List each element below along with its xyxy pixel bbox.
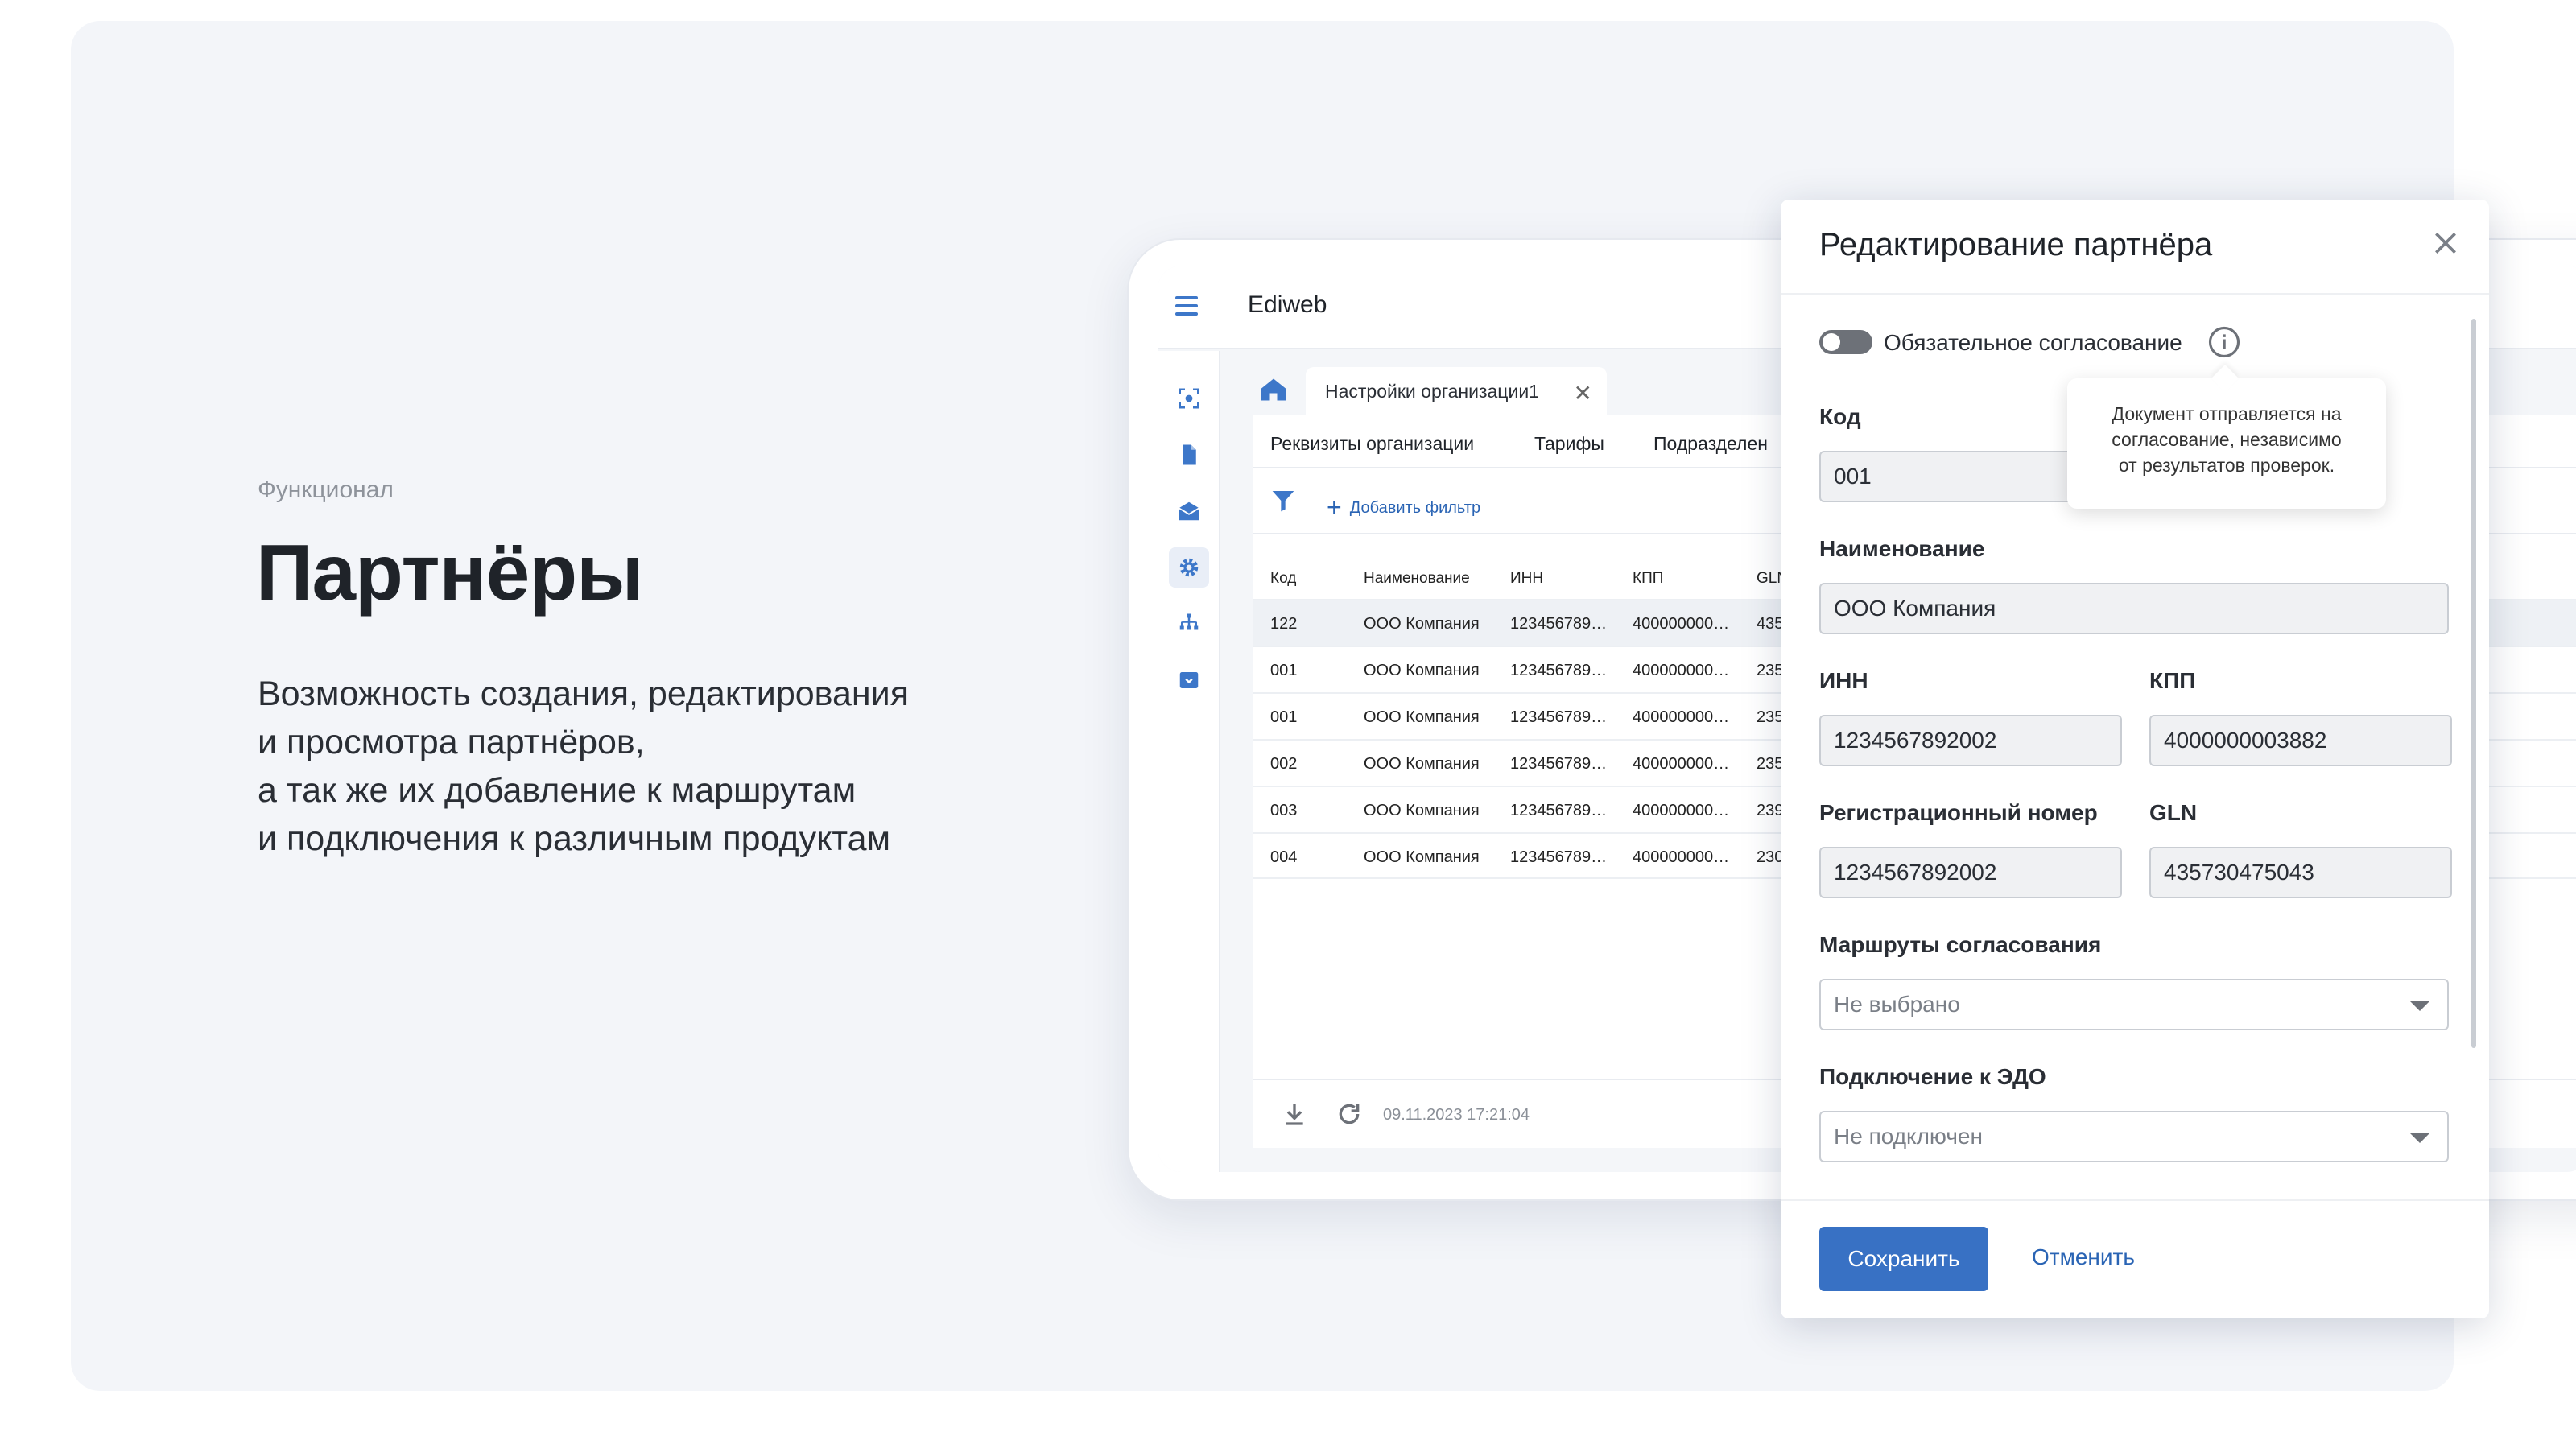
cell-name: ООО Компания [1364, 848, 1480, 866]
subtab-requisites[interactable]: Реквизиты организации [1270, 433, 1474, 455]
cell-code: 003 [1270, 802, 1298, 819]
tab-label: Настройки организации1 [1325, 380, 1539, 402]
cell-name: ООО Компания [1364, 708, 1480, 726]
cell-gln: 235 [1757, 755, 1784, 773]
info-icon[interactable] [2207, 325, 2241, 359]
cell-inn: 123456789… [1510, 662, 1608, 679]
filter-icon[interactable] [1270, 488, 1296, 514]
description-text: Возможность создания, редактирования и п… [258, 670, 909, 863]
field-label-code: Код [1819, 404, 1861, 429]
cell-inn: 123456789… [1510, 615, 1608, 633]
mail-icon[interactable] [1169, 491, 1209, 531]
cell-kpp: 400000000… [1633, 615, 1730, 633]
subtab-departments[interactable]: Подразделен [1653, 433, 1768, 455]
kpp-field[interactable]: 4000000003882 [2149, 715, 2452, 766]
inn-field[interactable]: 1234567892002 [1819, 715, 2122, 766]
cell-code: 122 [1270, 615, 1298, 633]
add-filter-button[interactable]: + Добавить фильтр [1327, 489, 1481, 522]
field-label-gln: GLN [2149, 800, 2198, 825]
tab-organization-settings[interactable]: Настройки организации1 ✕ [1306, 367, 1607, 415]
tooltip-line: Документ отправляется на [2112, 403, 2342, 424]
subtab-tariffs[interactable]: Тарифы [1534, 433, 1604, 455]
cell-kpp: 400000000… [1633, 848, 1730, 866]
description-line: а так же их добавление к маршрутам [258, 771, 857, 810]
column-header[interactable]: ИНН [1510, 570, 1543, 588]
scan-icon[interactable] [1169, 378, 1209, 419]
cell-gln: 235 [1757, 708, 1784, 726]
dialog-header: Редактирование партнёра [1781, 200, 2489, 295]
reg-number-field[interactable]: 1234567892002 [1819, 847, 2122, 898]
chevron-down-icon [2410, 1001, 2429, 1011]
routes-select[interactable]: Не выбрано [1819, 979, 2449, 1030]
description-line: и просмотра партнёров, [258, 723, 645, 761]
cancel-button[interactable]: Отменить [2032, 1244, 2135, 1270]
cell-code: 004 [1270, 848, 1298, 866]
cell-name: ООО Компания [1364, 755, 1480, 773]
eyebrow-label: Функционал [258, 477, 394, 503]
routes-select-value: Не выбрано [1834, 992, 1960, 1017]
cell-inn: 123456789… [1510, 802, 1608, 819]
gln-field[interactable]: 435730475043 [2149, 847, 2452, 898]
hierarchy-icon[interactable] [1169, 604, 1209, 644]
cell-kpp: 400000000… [1633, 662, 1730, 679]
page-headline: Партнёры [256, 528, 644, 617]
cell-code: 002 [1270, 755, 1298, 773]
add-filter-label: Добавить фильтр [1349, 499, 1481, 517]
field-label-edo: Подключение к ЭДО [1819, 1064, 2046, 1089]
menu-icon[interactable] [1175, 296, 1198, 316]
document-icon[interactable] [1169, 435, 1209, 475]
edit-partner-dialog: Редактирование партнёра Обязательное сог… [1781, 200, 2489, 1318]
column-header[interactable]: КПП [1633, 570, 1663, 588]
cell-kpp: 400000000… [1633, 755, 1730, 773]
column-header[interactable]: Код [1270, 570, 1296, 588]
description-line: и подключения к различным продуктам [258, 819, 891, 858]
edo-select[interactable]: Не подключен [1819, 1111, 2449, 1162]
column-header[interactable]: Наименование [1364, 570, 1470, 588]
dialog-footer: Сохранить Отменить [1781, 1199, 2489, 1318]
app-brand: Ediweb [1248, 291, 1327, 318]
refresh-icon[interactable] [1336, 1101, 1362, 1127]
name-field[interactable]: ООО Компания [1819, 583, 2449, 634]
tooltip-line: согласование, независимо [2112, 429, 2342, 450]
cell-name: ООО Компания [1364, 662, 1480, 679]
tooltip: Документ отправляется на согласование, н… [2067, 378, 2386, 509]
close-icon[interactable]: ✕ [1574, 380, 1592, 406]
gear-icon[interactable] [1169, 547, 1209, 588]
field-label-inn: ИНН [1819, 668, 1868, 693]
cell-name: ООО Компания [1364, 802, 1480, 819]
close-icon[interactable] [2429, 227, 2462, 259]
toggle-label: Обязательное согласование [1884, 330, 2182, 355]
home-icon[interactable] [1259, 375, 1288, 404]
download-icon[interactable] [1282, 1101, 1307, 1127]
plus-icon: + [1327, 493, 1342, 522]
mandatory-approval-toggle[interactable] [1819, 330, 1872, 354]
cell-code: 001 [1270, 708, 1298, 726]
sidebar: ? [1158, 351, 1220, 1172]
cell-gln: 239 [1757, 802, 1784, 819]
description-line: Возможность создания, редактирования [258, 675, 909, 713]
dialog-title: Редактирование партнёра [1819, 227, 2213, 262]
field-label-name: Наименование [1819, 536, 1985, 561]
cell-inn: 123456789… [1510, 848, 1608, 866]
cell-code: 001 [1270, 662, 1298, 679]
cell-gln: 235 [1757, 662, 1784, 679]
cell-name: ООО Компания [1364, 615, 1480, 633]
cell-inn: 123456789… [1510, 708, 1608, 726]
field-label-reg-number: Регистрационный номер [1819, 800, 2098, 825]
last-updated-timestamp: 09.11.2023 17:21:04 [1383, 1106, 1530, 1124]
edo-select-value: Не подключен [1834, 1124, 1983, 1149]
cell-inn: 123456789… [1510, 755, 1608, 773]
save-button[interactable]: Сохранить [1819, 1227, 1988, 1291]
field-label-kpp: КПП [2149, 668, 2196, 693]
tooltip-line: от результатов проверок. [2118, 455, 2335, 476]
dialog-scrollbar[interactable] [2471, 319, 2476, 1048]
cell-kpp: 400000000… [1633, 708, 1730, 726]
archive-icon[interactable] [1169, 660, 1209, 700]
cell-kpp: 400000000… [1633, 802, 1730, 819]
cell-gln: 435 [1757, 615, 1784, 633]
cell-gln: 230 [1757, 848, 1784, 866]
chevron-down-icon [2410, 1133, 2429, 1143]
field-label-routes: Маршруты согласования [1819, 932, 2102, 957]
